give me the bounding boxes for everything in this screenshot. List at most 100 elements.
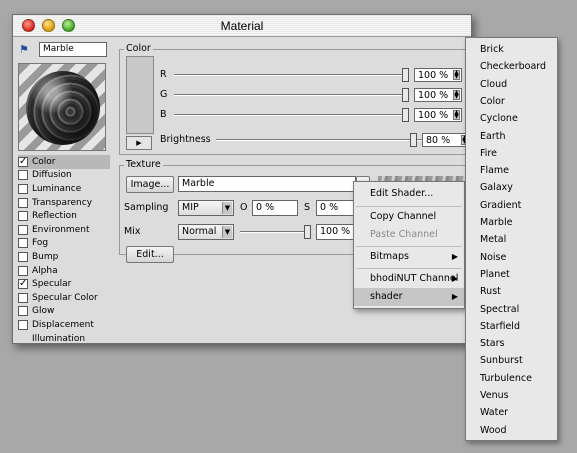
channel-item[interactable]: Diffusion — [18, 169, 110, 183]
shader-item[interactable]: Noise — [466, 249, 557, 266]
texture-name-field[interactable]: Marble — [178, 176, 356, 192]
mix-thumb[interactable] — [304, 225, 311, 239]
slider-r-track[interactable] — [174, 74, 406, 76]
slider-g-thumb[interactable] — [402, 88, 409, 102]
shader-item[interactable]: Earth — [466, 128, 557, 145]
shader-item[interactable]: Fire — [466, 145, 557, 162]
channel-label: Specular — [32, 279, 72, 290]
shader-item[interactable]: Water — [466, 404, 557, 421]
shader-item[interactable]: Flame — [466, 162, 557, 179]
material-preview[interactable] — [18, 63, 106, 151]
channel-item[interactable]: Transparency — [18, 196, 110, 210]
channel-item[interactable]: Specular Color — [18, 291, 110, 305]
shader-item[interactable]: Starfield — [466, 318, 557, 335]
shader-item[interactable]: Turbulence — [466, 370, 557, 387]
channel-item[interactable]: ✓ Color — [18, 155, 110, 169]
channel-checkbox[interactable] — [18, 183, 28, 194]
channel-label: Diffusion — [32, 170, 72, 181]
channel-checkbox[interactable] — [18, 292, 28, 303]
menu-item-bitmaps[interactable]: Bitmaps ▶ — [354, 248, 464, 266]
channel-checkbox[interactable]: ✓ — [18, 279, 28, 290]
menu-item-copy-channel[interactable]: Copy Channel — [354, 208, 464, 226]
channel-label: Fog — [32, 238, 49, 249]
r-stepper[interactable]: ▲ ▼ — [453, 70, 460, 80]
sampling-dropdown[interactable]: MIP ▼ — [178, 200, 234, 216]
shader-item[interactable]: Metal — [466, 231, 557, 248]
material-tag-icon[interactable]: ⚑ — [19, 43, 35, 57]
o-value-field[interactable]: 0 % — [252, 200, 298, 216]
shader-item[interactable]: Marble — [466, 214, 557, 231]
channel-list: ✓ Color Diffusion Luminance Transparency Refl… — [18, 155, 110, 345]
channel-checkbox[interactable] — [18, 238, 28, 249]
shader-item[interactable]: Sunburst — [466, 352, 557, 369]
brightness-value-field[interactable]: 80 %▲▼ — [422, 133, 470, 147]
shader-item[interactable]: Color — [466, 93, 557, 110]
shader-item[interactable]: Cyclone — [466, 110, 557, 127]
b-stepper[interactable]: ▲ ▼ — [453, 110, 460, 120]
shader-item[interactable]: Stars — [466, 335, 557, 352]
channel-checkbox[interactable] — [18, 211, 28, 222]
channel-item[interactable]: Reflection — [18, 209, 110, 223]
slider-b-thumb[interactable] — [402, 108, 409, 122]
channel-item[interactable]: Glow — [18, 305, 110, 319]
channel-label: Bump — [32, 251, 59, 262]
material-name-field[interactable]: Marble — [39, 42, 107, 57]
channel-label: Environment — [32, 224, 90, 235]
menu-item-edit-shader[interactable]: Edit Shader... — [354, 185, 464, 203]
shader-item[interactable]: Wood — [466, 422, 557, 439]
menu-item-shader[interactable]: shader ▶ — [354, 288, 464, 306]
shader-item[interactable]: Spectral — [466, 301, 557, 318]
g-value-field[interactable]: 100 % ▲ ▼ — [414, 88, 462, 102]
channel-item[interactable]: Fog — [18, 237, 110, 251]
slider-g: G 100 % ▲ ▼ — [160, 88, 466, 102]
channel-item[interactable]: Environment — [18, 223, 110, 237]
slider-g-track[interactable] — [174, 94, 406, 96]
channel-item[interactable]: Displacement — [18, 318, 110, 332]
g-stepper[interactable]: ▲ ▼ — [453, 90, 460, 100]
channel-checkbox[interactable] — [18, 265, 28, 276]
shader-item[interactable]: Checkerboard — [466, 58, 557, 75]
mix-track[interactable] — [240, 231, 308, 233]
slider-brightness: Brightness 80 %▲▼ — [160, 133, 470, 147]
title-bar[interactable]: Material — [13, 15, 471, 37]
brightness-thumb[interactable] — [410, 133, 418, 147]
channel-label: Reflection — [32, 211, 77, 222]
shader-item[interactable]: Galaxy — [466, 179, 557, 196]
channel-label: Transparency — [32, 197, 93, 208]
channel-checkbox[interactable] — [18, 306, 28, 317]
shader-item[interactable]: Gradient — [466, 197, 557, 214]
channel-checkbox[interactable] — [18, 319, 28, 330]
channel-item[interactable]: Luminance — [18, 182, 110, 196]
slider-r: R 100 % ▲ ▼ — [160, 68, 466, 82]
channel-label: Specular Color — [32, 292, 98, 303]
edit-button[interactable]: Edit... — [126, 246, 174, 263]
color-swatch[interactable] — [126, 56, 154, 134]
slider-g-label: G — [160, 89, 168, 100]
sampling-label: Sampling — [124, 202, 169, 213]
channel-checkbox[interactable] — [18, 224, 28, 235]
channel-item[interactable]: Bump — [18, 250, 110, 264]
b-value-field[interactable]: 100 % ▲ ▼ — [414, 108, 462, 122]
shader-item[interactable]: Venus — [466, 387, 557, 404]
channel-item[interactable]: Illumination — [18, 332, 110, 346]
shader-item[interactable]: Brick — [466, 41, 557, 58]
channel-checkbox[interactable]: ✓ — [18, 156, 28, 167]
shader-item[interactable]: Planet — [466, 266, 557, 283]
r-value-field[interactable]: 100 % ▲ ▼ — [414, 68, 462, 82]
slider-b-label: B — [160, 109, 167, 120]
slider-r-thumb[interactable] — [402, 68, 409, 82]
menu-item-bhodinut-channel[interactable]: bhodiNUT Channel ▶ — [354, 270, 464, 288]
image-button[interactable]: Image... — [126, 176, 174, 193]
channel-label: Alpha — [32, 265, 58, 276]
channel-item[interactable]: ✓ Specular — [18, 277, 110, 291]
slider-b-track[interactable] — [174, 114, 406, 116]
channel-checkbox[interactable] — [18, 170, 28, 181]
channel-checkbox[interactable] — [18, 251, 28, 262]
mix-mode-dropdown[interactable]: Normal ▼ — [178, 224, 234, 240]
brightness-label: Brightness — [160, 134, 211, 145]
color-picker-button[interactable]: ▶ — [126, 136, 152, 150]
channel-item[interactable]: Alpha — [18, 264, 110, 278]
shader-item[interactable]: Rust — [466, 283, 557, 300]
channel-checkbox[interactable] — [18, 197, 28, 208]
shader-item[interactable]: Cloud — [466, 76, 557, 93]
